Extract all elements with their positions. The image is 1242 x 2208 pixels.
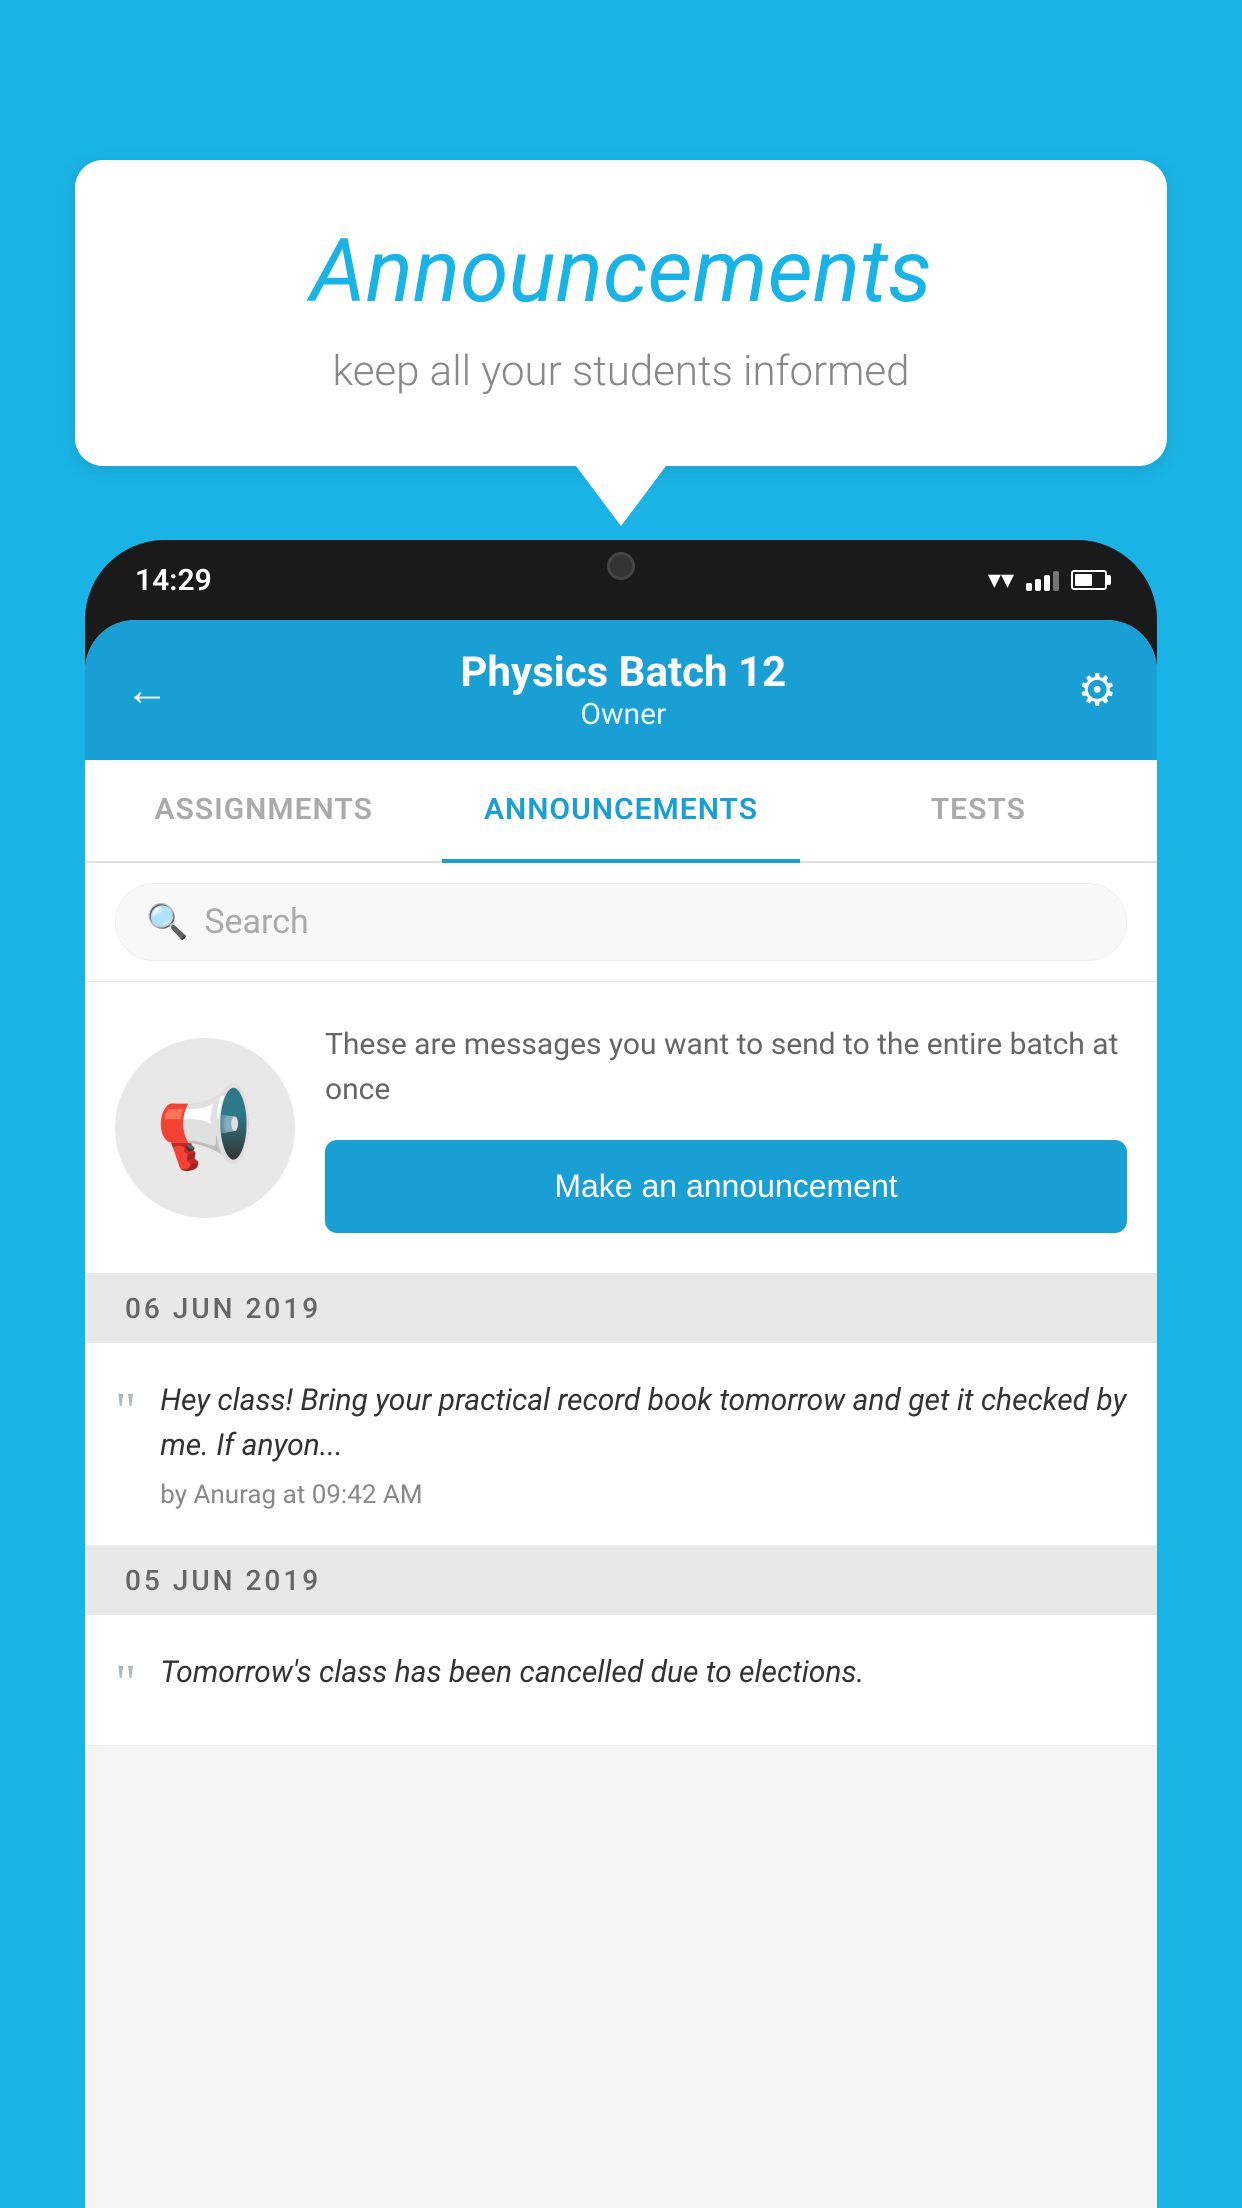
settings-icon[interactable]: ⚙ [1078, 664, 1117, 716]
search-container: 🔍 Search [85, 863, 1157, 982]
speech-bubble-tail [576, 466, 666, 526]
announcement-icon-circle: 📢 [115, 1038, 295, 1218]
app-content: ← Physics Batch 12 Owner ⚙ ASSIGNMENTS A… [85, 620, 1157, 2208]
back-button[interactable]: ← [125, 664, 169, 716]
batch-subtitle: Owner [460, 697, 786, 732]
status-bar: 14:29 ▾▾ [85, 540, 1157, 620]
speech-bubble-container: Announcements keep all your students inf… [75, 160, 1167, 526]
announcement-content-2: Tomorrow's class has been cancelled due … [160, 1650, 1127, 1707]
signal-bar-2 [1035, 579, 1041, 591]
wifi-icon: ▾▾ [988, 565, 1014, 595]
phone-frame: 14:29 ▾▾ ← Physics Batch 12 [85, 540, 1157, 2208]
tabs-container: ASSIGNMENTS ANNOUNCEMENTS TESTS [85, 760, 1157, 863]
date-separator-2: 05 JUN 2019 [85, 1546, 1157, 1615]
speech-bubble-subtitle: keep all your students informed [125, 347, 1117, 396]
search-placeholder: Search [204, 902, 308, 942]
header-title-group: Physics Batch 12 Owner [460, 648, 786, 732]
tab-announcements[interactable]: ANNOUNCEMENTS [442, 760, 799, 863]
announcement-intro-card: 📢 These are messages you want to send to… [85, 982, 1157, 1274]
announcement-text-2: Tomorrow's class has been cancelled due … [160, 1650, 1127, 1695]
tab-assignments[interactable]: ASSIGNMENTS [85, 760, 442, 861]
announcement-item-1: " Hey class! Bring your practical record… [85, 1343, 1157, 1546]
tab-tests[interactable]: TESTS [800, 760, 1157, 861]
speech-bubble: Announcements keep all your students inf… [75, 160, 1167, 466]
batch-title: Physics Batch 12 [460, 648, 786, 697]
announcement-intro-right: These are messages you want to send to t… [325, 1022, 1127, 1233]
signal-bars [1026, 569, 1059, 591]
battery-fill [1075, 574, 1092, 586]
signal-bar-4 [1053, 571, 1059, 591]
phone-camera [607, 552, 635, 580]
megaphone-icon: 📢 [155, 1081, 255, 1175]
phone-wrapper: 14:29 ▾▾ ← Physics Batch 12 [85, 540, 1157, 2208]
phone-notch [541, 540, 701, 590]
date-separator-1: 06 JUN 2019 [85, 1274, 1157, 1343]
battery-icon [1071, 570, 1107, 590]
quote-icon-1: " [115, 1386, 136, 1438]
announcement-intro-description: These are messages you want to send to t… [325, 1022, 1127, 1112]
quote-icon-2: " [115, 1658, 136, 1710]
announcement-item-2: " Tomorrow's class has been cancelled du… [85, 1615, 1157, 1746]
status-icons: ▾▾ [988, 565, 1107, 595]
app-header: ← Physics Batch 12 Owner ⚙ [85, 620, 1157, 760]
search-input-wrapper[interactable]: 🔍 Search [115, 883, 1127, 961]
make-announcement-button[interactable]: Make an announcement [325, 1140, 1127, 1233]
announcement-meta-1: by Anurag at 09:42 AM [160, 1480, 1127, 1510]
speech-bubble-title: Announcements [125, 220, 1117, 323]
search-icon: 🔍 [146, 902, 188, 942]
announcement-content-1: Hey class! Bring your practical record b… [160, 1378, 1127, 1510]
signal-bar-3 [1044, 575, 1050, 591]
status-time: 14:29 [135, 563, 212, 598]
announcement-text-1: Hey class! Bring your practical record b… [160, 1378, 1127, 1468]
signal-bar-1 [1026, 583, 1032, 591]
